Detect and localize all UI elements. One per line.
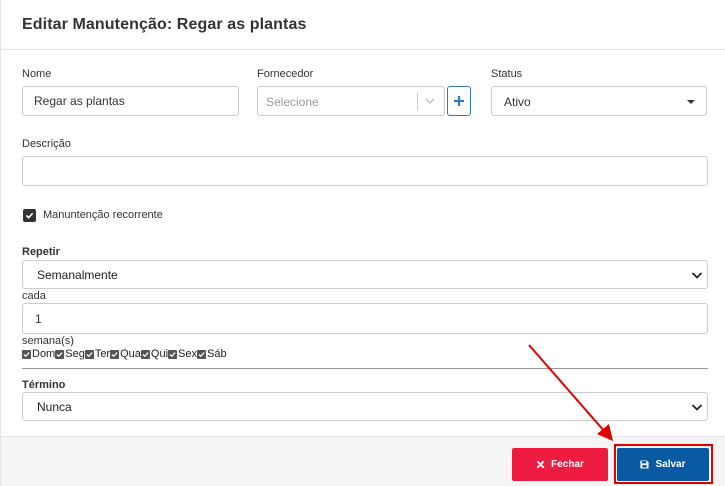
status-value: Ativo bbox=[504, 95, 531, 109]
chevron-down-icon[interactable] bbox=[424, 95, 436, 107]
day-label: Qui bbox=[150, 348, 169, 360]
checkmark-icon bbox=[25, 212, 34, 219]
recorrente-label: Manuntenção recorrente bbox=[43, 209, 163, 221]
day-checkbox-dom[interactable]: Dom bbox=[22, 348, 55, 360]
chevron-down-icon bbox=[691, 404, 703, 411]
checkbox[interactable] bbox=[196, 349, 206, 359]
repetir-select[interactable]: Semanalmente bbox=[22, 260, 708, 289]
checkmark-icon bbox=[86, 351, 93, 357]
descricao-input[interactable] bbox=[22, 156, 708, 186]
day-label: Seg bbox=[65, 348, 85, 360]
checkmark-icon bbox=[198, 351, 205, 357]
close-button-label: Fechar bbox=[551, 459, 584, 470]
save-highlight-box bbox=[614, 444, 713, 484]
caret-down-icon bbox=[687, 100, 695, 104]
checkbox[interactable] bbox=[22, 349, 31, 359]
termino-value: Nunca bbox=[37, 400, 72, 414]
day-label: Sáb bbox=[206, 348, 227, 360]
day-checkbox-sab[interactable]: Sáb bbox=[196, 348, 227, 360]
checkmark-icon bbox=[111, 351, 118, 357]
status-select[interactable]: Ativo bbox=[491, 86, 707, 116]
status-label: Status bbox=[491, 68, 523, 80]
day-checkbox-sex[interactable]: Sex bbox=[168, 348, 197, 360]
checkmark-icon bbox=[169, 351, 176, 357]
edit-maintenance-modal: Editar Manutenção: Regar as plantas Nome… bbox=[0, 0, 725, 486]
times-icon bbox=[536, 460, 545, 469]
fornecedor-select[interactable]: Selecione bbox=[257, 86, 445, 116]
modal-header: Editar Manutenção: Regar as plantas bbox=[1, 0, 725, 50]
checkmark-icon bbox=[142, 351, 149, 357]
chevron-down-icon bbox=[691, 272, 703, 279]
day-checkbox-qua[interactable]: Qua bbox=[110, 348, 141, 360]
cada-label: cada bbox=[22, 290, 46, 302]
cada-input[interactable]: 1 bbox=[22, 303, 708, 334]
day-checkbox-qui[interactable]: Qui bbox=[140, 348, 169, 360]
checkbox[interactable] bbox=[84, 349, 94, 359]
semanas-label: semana(s) bbox=[22, 335, 74, 347]
termino-label: Término bbox=[22, 379, 66, 391]
checkmark-icon bbox=[56, 351, 63, 357]
plus-icon bbox=[454, 96, 464, 106]
fornecedor-placeholder: Selecione bbox=[266, 95, 319, 109]
checkbox[interactable] bbox=[110, 349, 120, 359]
recorrente-checkbox[interactable] bbox=[23, 209, 36, 222]
fornecedor-label: Fornecedor bbox=[257, 68, 314, 80]
nome-label: Nome bbox=[22, 68, 52, 80]
day-label: Ter bbox=[94, 348, 111, 360]
close-button[interactable]: Fechar bbox=[512, 448, 608, 481]
checkbox[interactable] bbox=[55, 349, 65, 359]
day-label: Sex bbox=[178, 348, 197, 360]
weekday-checkboxes: Dom Seg Ter Qua Qui Sex Sáb bbox=[22, 347, 227, 361]
section-divider bbox=[22, 368, 708, 369]
repetir-label: Repetir bbox=[22, 246, 60, 258]
day-label: Qua bbox=[120, 348, 141, 360]
select-separator bbox=[417, 93, 418, 110]
checkbox[interactable] bbox=[168, 349, 178, 359]
add-fornecedor-button[interactable] bbox=[447, 86, 471, 116]
modal-title: Editar Manutenção: Regar as plantas bbox=[22, 16, 307, 33]
day-label: Dom bbox=[32, 348, 56, 360]
day-checkbox-seg[interactable]: Seg bbox=[55, 348, 85, 360]
checkmark-icon bbox=[23, 351, 30, 357]
repetir-value: Semanalmente bbox=[37, 268, 118, 282]
descricao-label: Descrição bbox=[22, 138, 71, 150]
day-checkbox-ter[interactable]: Ter bbox=[84, 348, 111, 360]
nome-input[interactable]: Regar as plantas bbox=[22, 86, 239, 116]
checkbox[interactable] bbox=[140, 349, 150, 359]
termino-select[interactable]: Nunca bbox=[22, 392, 708, 421]
